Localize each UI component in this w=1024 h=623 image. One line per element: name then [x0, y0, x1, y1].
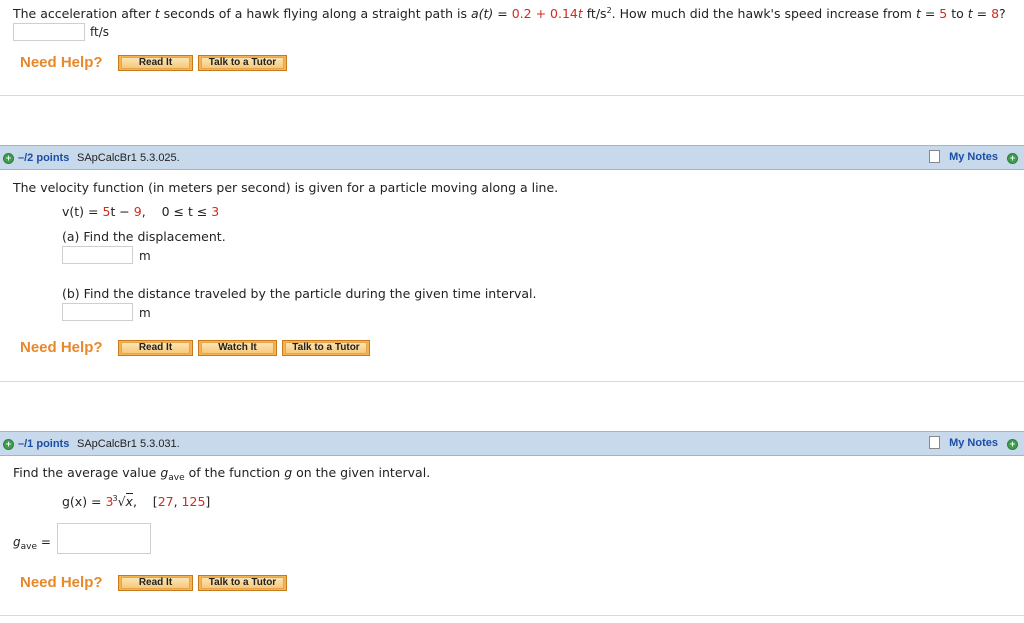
q2-read-it-button[interactable]: Read It [118, 340, 193, 356]
q2-need-help-label: Need Help? [20, 339, 103, 356]
q2a-answer-input[interactable] [62, 246, 133, 264]
q3-function: g(x) = 33√x, [27, 125] [62, 493, 211, 509]
q2b-answer-input[interactable] [62, 303, 133, 321]
q3-points: –/1 points [18, 438, 70, 450]
q2-intro: The velocity function (in meters per sec… [13, 180, 559, 195]
q3-my-notes-link[interactable]: My Notes [949, 437, 998, 449]
q2-my-notes-link[interactable]: My Notes [949, 151, 998, 163]
q2-function: v(t) = 5t − 9, 0 ≤ t ≤ 3 [62, 204, 220, 219]
q2-points: –/2 points [18, 152, 70, 164]
divider-1 [0, 95, 1024, 96]
q1-read-it-button[interactable]: Read It [118, 55, 193, 71]
q2-header-bar: + –/2 points SApCalcBr1 5.3.025. My Note… [0, 145, 1024, 170]
q3-talk-to-tutor-button[interactable]: Talk to a Tutor [198, 575, 287, 591]
q3-answer-input[interactable] [57, 523, 151, 554]
divider-2 [0, 381, 1024, 382]
q2-code: SApCalcBr1 5.3.025. [77, 152, 180, 164]
expand-icon[interactable]: + [3, 439, 14, 450]
q3-code: SApCalcBr1 5.3.031. [77, 438, 180, 450]
radical-icon: √ [117, 494, 126, 509]
q2a-unit: m [139, 249, 151, 263]
q3-intro: Find the average value gave of the funct… [13, 465, 431, 483]
q1-answer-unit: ft/s [90, 25, 110, 39]
q3-read-it-button[interactable]: Read It [118, 575, 193, 591]
q2b-unit: m [139, 306, 151, 320]
add-note-icon[interactable]: + [1007, 153, 1018, 164]
q1-need-help-label: Need Help? [20, 54, 103, 71]
q1-answer-input[interactable] [13, 23, 85, 41]
q2-talk-to-tutor-button[interactable]: Talk to a Tutor [282, 340, 370, 356]
notes-icon[interactable] [929, 150, 940, 163]
q1-talk-to-tutor-button[interactable]: Talk to a Tutor [198, 55, 287, 71]
q3-header-bar: + –/1 points SApCalcBr1 5.3.031. My Note… [0, 431, 1024, 456]
expand-icon[interactable]: + [3, 153, 14, 164]
notes-icon[interactable] [929, 436, 940, 449]
q3-answer-label: gave = [13, 535, 51, 552]
q2-part-b: (b) Find the distance traveled by the pa… [62, 286, 537, 301]
q3-need-help-label: Need Help? [20, 574, 103, 591]
add-note-icon[interactable]: + [1007, 439, 1018, 450]
q2-part-a: (a) Find the displacement. [62, 229, 226, 244]
divider-3 [0, 615, 1024, 616]
q2-watch-it-button[interactable]: Watch It [198, 340, 277, 356]
q1-prompt: The acceleration after t seconds of a ha… [13, 6, 1006, 21]
